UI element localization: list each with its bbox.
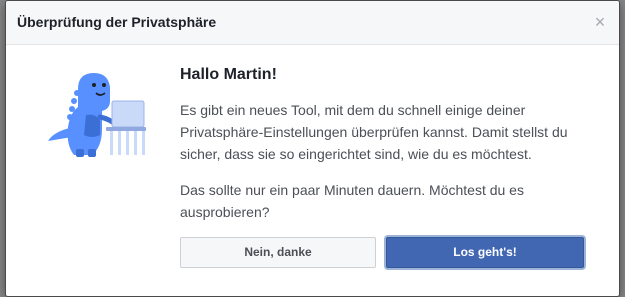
intro-paragraph: Es gibt ein neues Tool, mit dem du schne… (180, 102, 568, 162)
privacy-checkup-dialog: Überprüfung der Privatsphäre × Hallo Mar… (5, 0, 620, 297)
dialog-content: Hallo Martin! Es gibt ein neues Tool, mi… (180, 65, 600, 223)
dialog-buttons: Nein, danke Los geht's! (180, 237, 584, 269)
prompt-paragraph: Das sollte nur ein paar Minuten dauern. … (180, 182, 524, 220)
greeting-heading: Hallo Martin! (180, 66, 277, 83)
close-icon[interactable]: × (591, 13, 609, 31)
dialog-title: Überprüfung der Privatsphäre (17, 14, 217, 30)
dialog-header: Überprüfung der Privatsphäre × (6, 1, 619, 45)
decline-button[interactable]: Nein, danke (180, 237, 376, 268)
dinosaur-laptop-icon (44, 69, 154, 161)
start-button[interactable]: Los geht's! (386, 237, 584, 268)
